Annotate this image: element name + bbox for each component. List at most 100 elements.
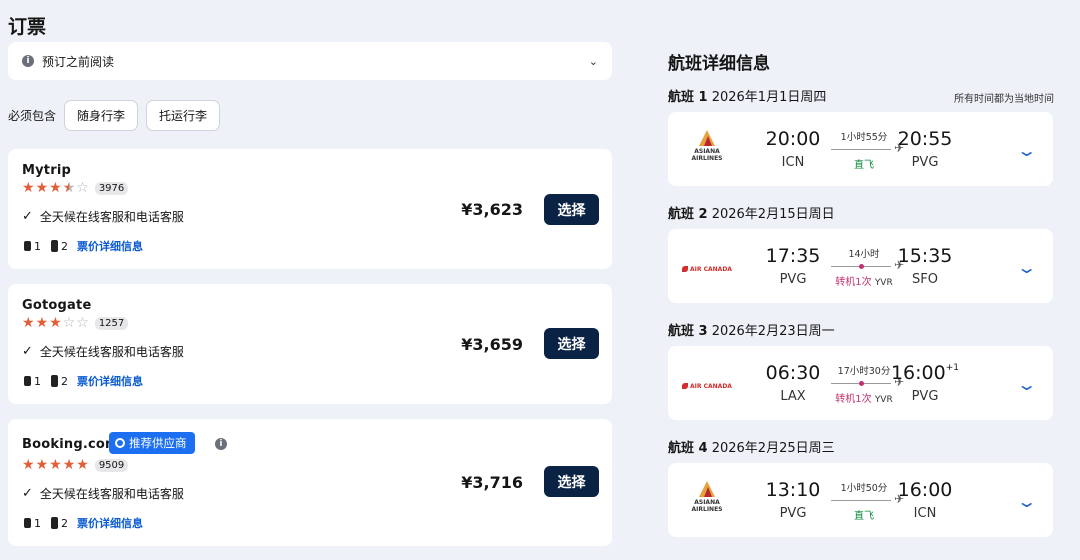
recommended-provider-badge: 推荐供应商 bbox=[109, 432, 195, 454]
carry-on-bag-icon bbox=[24, 241, 31, 251]
must-include-row: 必须包含 随身行李 托运行李 bbox=[8, 100, 221, 131]
fare-details-link[interactable]: 票价详细信息 bbox=[77, 373, 143, 389]
select-button[interactable]: 选择 bbox=[544, 466, 599, 497]
arrival-time: 16:00+1 bbox=[890, 362, 960, 384]
carry-on-count: 1 bbox=[34, 239, 41, 253]
offer-card: Mytrip ★ ★ ★ ★ ☆ 3976 ✓ 全天候在线客服和电话客服 1 2 票价详… bbox=[8, 149, 612, 269]
airline-name: ASIANA AIRLINES bbox=[691, 499, 723, 513]
chevron-down-icon[interactable]: ⌄ bbox=[1016, 375, 1037, 394]
arrival-time: 20:55 bbox=[890, 128, 960, 150]
fare-details-link[interactable]: 票价详细信息 bbox=[77, 238, 143, 254]
fare-details-link[interactable]: 票价详细信息 bbox=[77, 515, 143, 531]
departure-airport: PVG bbox=[779, 272, 807, 287]
feature-text: 全天候在线客服和电话客服 bbox=[39, 487, 184, 501]
baggage-info: 1 2 票价详细信息 bbox=[24, 373, 143, 389]
route-line bbox=[831, 381, 891, 386]
star-icon: ★ bbox=[35, 315, 49, 331]
flight-duration: 14小时 bbox=[848, 249, 880, 260]
flight-date: 2026年2月25日周三 bbox=[711, 441, 835, 456]
provider-name: Mytrip bbox=[22, 163, 71, 178]
star-icon: ★ bbox=[35, 457, 49, 473]
rating-stars: ★ ★ ★ ★ ☆ 3976 bbox=[22, 180, 129, 196]
check-icon: ✓ bbox=[22, 486, 33, 501]
departure-airport: ICN bbox=[781, 155, 805, 170]
select-button[interactable]: 选择 bbox=[544, 194, 599, 225]
airline-name: AIR CANADA bbox=[690, 265, 732, 273]
feature-text: 全天候在线客服和电话客服 bbox=[39, 210, 184, 224]
carry-on-count: 1 bbox=[34, 516, 41, 530]
chevron-down-icon[interactable]: ⌄ bbox=[1016, 141, 1037, 160]
checked-bag-count: 2 bbox=[61, 239, 68, 253]
flight-label: 航班 4 bbox=[668, 441, 708, 456]
star-icon: ★ bbox=[49, 457, 62, 473]
arrival-airport: PVG bbox=[911, 155, 939, 170]
local-time-note: 所有时间都为当地时间 bbox=[954, 94, 1054, 105]
star-icon: ★ bbox=[35, 180, 49, 196]
stop-label: 转机1次 bbox=[835, 394, 872, 405]
flight-duration: 1小时55分 bbox=[840, 132, 888, 143]
review-count: 1257 bbox=[94, 316, 129, 330]
route-line bbox=[831, 500, 891, 501]
checked-bag-count: 2 bbox=[61, 374, 68, 388]
arrival-time-value: 15:35 bbox=[897, 245, 953, 267]
offer-card: Booking.com 推荐供应商 i ★ ★ ★ ★ ★ 9509 ✓ 全天候在线客服… bbox=[8, 419, 612, 546]
star-icon: ★ bbox=[49, 180, 62, 196]
rating-stars: ★ ★ ★ ☆ ☆ 1257 bbox=[22, 315, 129, 331]
departure-airport: PVG bbox=[779, 506, 807, 521]
flight-segment-card[interactable]: ASIANA AIRLINES 20:00 ICN 1小时55分 ✈ 直飞 20… bbox=[668, 112, 1053, 186]
carry-on-bag-icon bbox=[24, 376, 31, 386]
page-title: 订票 bbox=[8, 16, 47, 38]
checked-bag-icon bbox=[51, 517, 58, 529]
star-icon: ★ bbox=[22, 457, 35, 473]
stop-label: 直飞 bbox=[854, 511, 874, 522]
star-half-icon: ★ bbox=[62, 180, 76, 196]
medal-icon bbox=[115, 438, 125, 448]
feature-text: 全天候在线客服和电话客服 bbox=[39, 345, 184, 359]
chevron-down-icon: ⌄ bbox=[588, 54, 598, 68]
info-icon[interactable]: i bbox=[215, 438, 227, 450]
arrival-time-value: 20:55 bbox=[897, 128, 953, 150]
arrival-time-value: 16:00 bbox=[890, 362, 946, 384]
departure-airport: LAX bbox=[780, 389, 806, 404]
select-button[interactable]: 选择 bbox=[544, 328, 599, 359]
arrival-airport: SFO bbox=[912, 272, 938, 287]
checked-bag-icon bbox=[51, 240, 58, 252]
feature-line: ✓ 全天候在线客服和电话客服 bbox=[22, 343, 184, 360]
arrival-airport: PVG bbox=[911, 389, 939, 404]
flight-segment-card[interactable]: AIR CANADA 06:30 LAX 17小时30分 ✈ 转机1次 YVR … bbox=[668, 346, 1053, 420]
chevron-down-icon[interactable]: ⌄ bbox=[1016, 258, 1037, 277]
offer-price: ¥3,623 bbox=[461, 200, 523, 219]
chevron-down-icon[interactable]: ⌄ bbox=[1016, 492, 1037, 511]
read-before-booking-row[interactable]: i 预订之前阅读 ⌄ bbox=[8, 42, 612, 80]
checked-bag-icon bbox=[51, 375, 58, 387]
check-icon: ✓ bbox=[22, 344, 33, 359]
departure-time: 06:30 bbox=[765, 362, 821, 384]
rating-stars: ★ ★ ★ ★ ★ 9509 bbox=[22, 457, 129, 473]
departure-time: 13:10 bbox=[765, 479, 821, 501]
flight-duration: 17小时30分 bbox=[837, 366, 891, 377]
next-day-indicator: +1 bbox=[945, 362, 960, 373]
stopover-dot bbox=[859, 381, 864, 386]
star-empty-icon: ☆ bbox=[76, 180, 89, 196]
route-line bbox=[831, 149, 891, 150]
offer-card: Gotogate ★ ★ ★ ☆ ☆ 1257 ✓ 全天候在线客服和电话客服 1 2 票… bbox=[8, 284, 612, 404]
air-canada-logo: AIR CANADA bbox=[680, 371, 734, 401]
flight-segment-card[interactable]: AIR CANADA 17:35 PVG 14小时 ✈ 转机1次 YVR 15:… bbox=[668, 229, 1053, 303]
flight-label: 航班 3 bbox=[668, 324, 708, 339]
offer-price: ¥3,659 bbox=[461, 335, 523, 354]
stop-label: 转机1次 bbox=[835, 277, 872, 288]
star-icon: ★ bbox=[76, 457, 89, 473]
review-count: 3976 bbox=[94, 181, 129, 195]
checked-bag-filter-chip[interactable]: 托运行李 bbox=[146, 100, 221, 131]
route-line bbox=[831, 264, 891, 269]
star-icon: ★ bbox=[49, 315, 62, 331]
carry-on-filter-chip[interactable]: 随身行李 bbox=[64, 100, 139, 131]
notice-label: 预订之前阅读 bbox=[42, 54, 115, 69]
departure-time: 17:35 bbox=[765, 245, 821, 267]
flight-header: 航班 3 2026年2月23日周一 bbox=[668, 320, 835, 339]
carry-on-bag-icon bbox=[24, 518, 31, 528]
arrival-airport: ICN bbox=[913, 506, 937, 521]
baggage-info: 1 2 票价详细信息 bbox=[24, 515, 143, 531]
flight-segment-card[interactable]: ASIANA AIRLINES 13:10 PVG 1小时50分 ✈ 直飞 16… bbox=[668, 463, 1053, 537]
provider-name: Gotogate bbox=[22, 298, 92, 313]
